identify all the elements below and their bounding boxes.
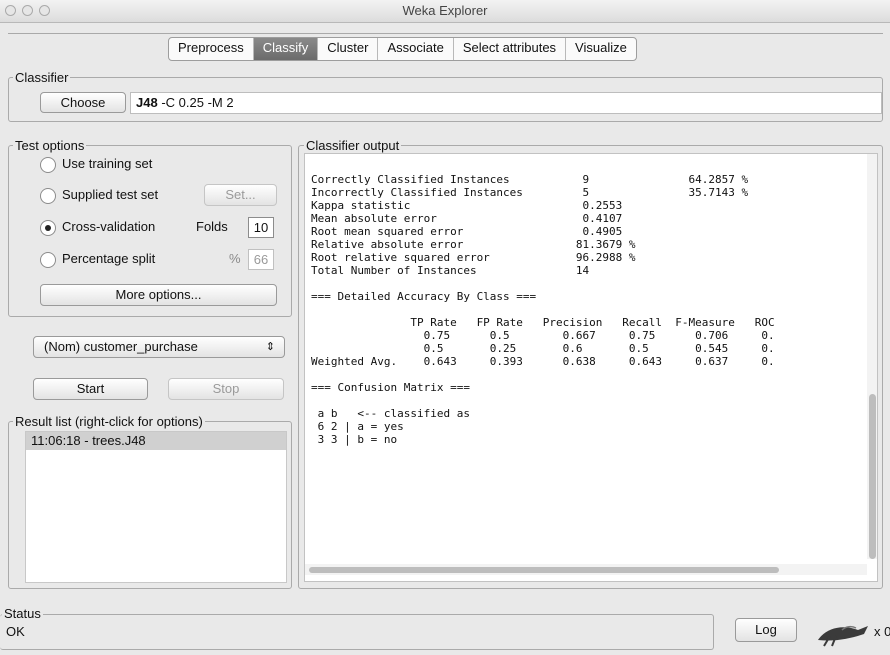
window-title: Weka Explorer — [402, 3, 488, 18]
tabs-divider — [8, 33, 883, 34]
stop-button[interactable]: Stop — [168, 378, 284, 400]
classifier-output-text: Correctly Classified Instances 9 64.2857… — [311, 173, 775, 446]
status-text: OK — [6, 624, 25, 639]
start-button[interactable]: Start — [33, 378, 148, 400]
tab-classify[interactable]: Classify — [253, 38, 319, 60]
choose-classifier-button[interactable]: Choose — [40, 92, 126, 113]
percentage-input[interactable]: 66 — [248, 249, 274, 270]
classifier-config-field[interactable]: J48 -C 0.25 -M 2 — [130, 92, 882, 114]
classifier-name: J48 — [136, 95, 158, 110]
horizontal-scrollbar-thumb[interactable] — [309, 567, 779, 573]
supplied-test-label: Supplied test set — [62, 187, 159, 202]
cross-validation-radio[interactable] — [40, 220, 56, 236]
result-list-label: Result list (right-click for options) — [13, 414, 205, 429]
folds-label: Folds — [196, 219, 228, 234]
use-training-radio[interactable] — [40, 157, 56, 173]
title-bar: Weka Explorer — [0, 0, 890, 23]
class-attribute-select[interactable]: (Nom) customer_purchase ⇕ — [33, 336, 285, 358]
output-text-wrapper: Correctly Classified Instances 9 64.2857… — [311, 173, 775, 446]
use-training-label: Use training set — [62, 156, 153, 171]
result-list[interactable]: 11:06:18 - trees.J48 — [25, 431, 287, 583]
classifier-options: -C 0.25 -M 2 — [161, 95, 234, 110]
classifier-group-label: Classifier — [13, 70, 71, 85]
radio-selected-dot — [45, 225, 51, 231]
set-test-set-button[interactable]: Set... — [204, 184, 277, 206]
vertical-scroll-track[interactable] — [867, 154, 877, 559]
log-button[interactable]: Log — [735, 618, 797, 642]
percent-sign: % — [229, 251, 241, 266]
tab-bar: Preprocess Classify Cluster Associate Se… — [168, 37, 637, 61]
percentage-split-label: Percentage split — [62, 251, 156, 266]
status-group — [0, 614, 714, 650]
tab-associate[interactable]: Associate — [378, 38, 454, 60]
tab-select-attributes[interactable]: Select attributes — [454, 38, 567, 60]
tab-cluster[interactable]: Cluster — [318, 38, 379, 60]
vertical-scrollbar-thumb[interactable] — [869, 394, 876, 559]
horizontal-scroll-track[interactable] — [305, 564, 867, 575]
status-label: Status — [2, 606, 43, 621]
more-options-button[interactable]: More options... — [40, 284, 277, 306]
result-list-item[interactable]: 11:06:18 - trees.J48 — [26, 432, 286, 450]
task-count: x 0 — [874, 624, 890, 639]
tab-visualize[interactable]: Visualize — [566, 38, 636, 60]
classifier-output-area[interactable]: Correctly Classified Instances 9 64.2857… — [304, 153, 878, 582]
select-arrows-icon: ⇕ — [265, 341, 275, 353]
folds-input[interactable]: 10 — [248, 217, 274, 238]
classifier-output-label: Classifier output — [304, 138, 402, 153]
tab-preprocess[interactable]: Preprocess — [169, 38, 254, 60]
cross-validation-label: Cross-validation — [62, 219, 156, 234]
supplied-test-radio[interactable] — [40, 188, 56, 204]
test-options-label: Test options — [13, 138, 87, 153]
class-attribute-value: (Nom) customer_purchase — [44, 339, 198, 354]
weka-bird-icon — [812, 614, 874, 650]
percentage-split-radio[interactable] — [40, 252, 56, 268]
